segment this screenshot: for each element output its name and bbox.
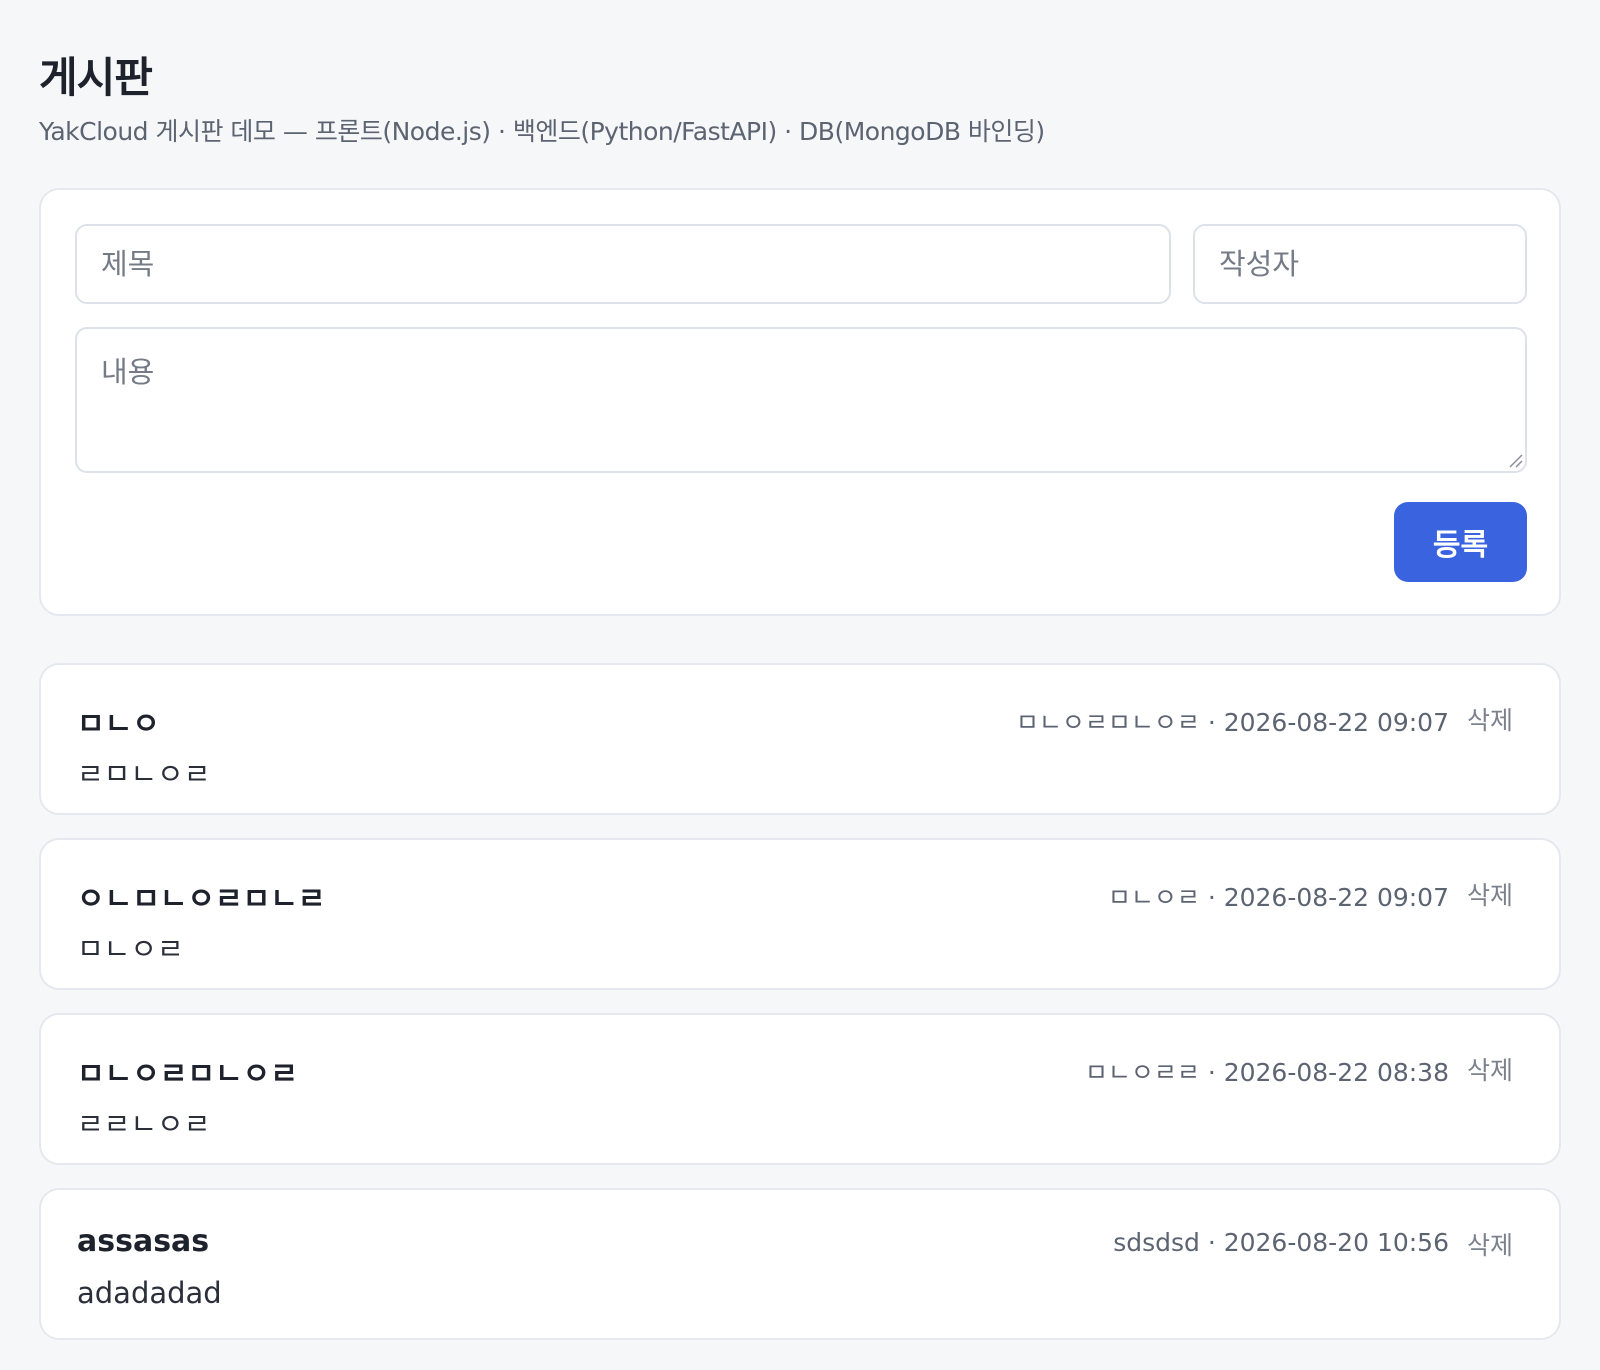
post-body: ㄹㅁㄴㅇㄹ bbox=[77, 757, 211, 791]
post-meta: ㅁㄴㅇㄹㄹ · 2026-08-22 08:38 bbox=[1084, 1058, 1449, 1087]
post-title: ㅇㄴㅁㄴㅇㄹㅁㄴㄹ bbox=[77, 882, 326, 917]
title-input[interactable] bbox=[75, 224, 1171, 304]
delete-button[interactable]: 삭제 bbox=[1467, 1226, 1513, 1262]
post-meta: ㅁㄴㅇㄹㅁㄴㅇㄹ · 2026-08-22 09:07 bbox=[1015, 708, 1449, 737]
delete-button[interactable]: 삭제 bbox=[1467, 876, 1513, 912]
resize-grip-icon[interactable] bbox=[1507, 452, 1523, 468]
post-item: ㅇㄴㅁㄴㅇㄹㅁㄴㄹ ㅁㄴㅇㄹ ㅁㄴㅇㄹ · 2026-08-22 09:07 삭… bbox=[39, 838, 1561, 990]
post-item: ㅁㄴㅇㄹㅁㄴㅇㄹ ㄹㄹㄴㅇㄹ ㅁㄴㅇㄹㄹ · 2026-08-22 08:38 … bbox=[39, 1013, 1561, 1165]
post-body: ㅁㄴㅇㄹ bbox=[77, 932, 184, 966]
author-input[interactable] bbox=[1193, 224, 1527, 304]
post-meta: sdsdsd · 2026-08-20 10:56 bbox=[1113, 1228, 1449, 1257]
page-title: 게시판 bbox=[39, 53, 153, 102]
post-body: adadadad bbox=[77, 1276, 222, 1310]
board-page: 게시판 YakCloud 게시판 데모 — 프론트(Node.js) · 백엔드… bbox=[0, 0, 1600, 1370]
post-title: ㅁㄴㅇ bbox=[77, 707, 160, 742]
content-textarea[interactable] bbox=[75, 327, 1527, 473]
post-meta: ㅁㄴㅇㄹ · 2026-08-22 09:07 bbox=[1107, 883, 1449, 912]
post-title: assasas bbox=[77, 1224, 210, 1259]
delete-button[interactable]: 삭제 bbox=[1467, 1051, 1513, 1087]
post-item: assasas adadadad sdsdsd · 2026-08-20 10:… bbox=[39, 1188, 1561, 1340]
post-body: ㄹㄹㄴㅇㄹ bbox=[77, 1107, 211, 1141]
delete-button[interactable]: 삭제 bbox=[1467, 701, 1513, 737]
post-form: 등록 bbox=[39, 188, 1561, 616]
post-item: ㅁㄴㅇ ㄹㅁㄴㅇㄹ ㅁㄴㅇㄹㅁㄴㅇㄹ · 2026-08-22 09:07 삭제 bbox=[39, 663, 1561, 815]
submit-button[interactable]: 등록 bbox=[1394, 502, 1527, 582]
page-subtitle: YakCloud 게시판 데모 — 프론트(Node.js) · 백엔드(Pyt… bbox=[39, 117, 1045, 146]
post-title: ㅁㄴㅇㄹㅁㄴㅇㄹ bbox=[77, 1057, 298, 1092]
